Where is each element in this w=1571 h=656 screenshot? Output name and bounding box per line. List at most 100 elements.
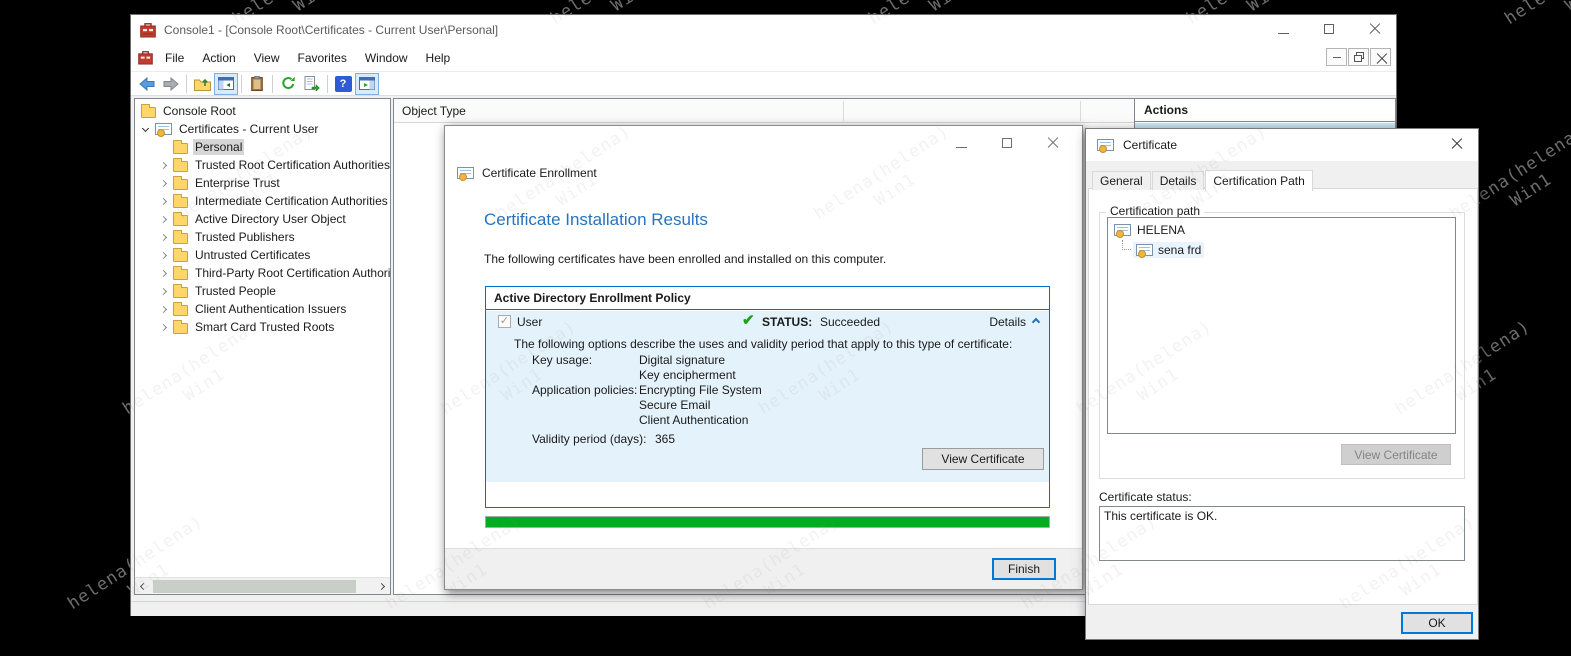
chevron-right-icon[interactable]: [157, 289, 169, 294]
tree-item-smart-card-trusted-roots[interactable]: Smart Card Trusted Roots: [135, 318, 390, 336]
up-one-level-icon[interactable]: [190, 73, 214, 95]
tree-item-untrusted-certificates[interactable]: Untrusted Certificates: [135, 246, 390, 264]
certificate-status-box: This certificate is OK.: [1099, 506, 1465, 561]
status-label: STATUS:: [762, 315, 812, 329]
close-icon[interactable]: [1451, 138, 1464, 154]
chevron-right-icon[interactable]: [157, 307, 169, 312]
folder-icon: [173, 161, 188, 172]
certificate-status-label: Certificate status:: [1099, 490, 1192, 504]
window-controls: [1276, 15, 1382, 45]
tree-item-certificates-current-user[interactable]: Certificates - Current User: [135, 120, 390, 138]
tree-item-client-auth-issuers[interactable]: Client Authentication Issuers: [135, 300, 390, 318]
policy-body: ✓ User ✔ STATUS: Succeeded Details The f…: [486, 311, 1049, 482]
tab-details[interactable]: Details: [1152, 171, 1205, 190]
horizontal-scrollbar[interactable]: [135, 577, 390, 594]
status-value: Succeeded: [820, 315, 880, 329]
path-item-leaf[interactable]: sena frd: [1108, 241, 1455, 258]
dialog-title-bar[interactable]: Certificate: [1086, 129, 1478, 161]
menu-window[interactable]: Window: [356, 47, 417, 69]
mdi-minimize-button[interactable]: [1326, 48, 1347, 66]
tab-strip: General Details Certification Path: [1092, 169, 1314, 190]
details-toggle[interactable]: Details: [989, 315, 1039, 329]
chevron-up-icon: [1032, 318, 1040, 326]
close-icon[interactable]: [1046, 137, 1060, 152]
actions-header: Actions: [1135, 99, 1395, 122]
scroll-right-icon[interactable]: [373, 578, 390, 594]
mdi-close-button[interactable]: [1370, 48, 1391, 66]
certificate-snapin-icon: [155, 123, 172, 135]
view-certificate-button[interactable]: View Certificate: [922, 448, 1044, 470]
ok-button[interactable]: OK: [1401, 612, 1473, 634]
folder-icon: [173, 251, 188, 262]
export-list-icon[interactable]: [300, 73, 324, 95]
path-item-root[interactable]: HELENA: [1108, 221, 1455, 238]
mmc-app-icon: [140, 23, 156, 38]
column-divider[interactable]: [843, 101, 844, 121]
success-check-icon: ✔: [742, 311, 755, 329]
tree-item-trusted-root-cas[interactable]: Trusted Root Certification Authorities: [135, 156, 390, 174]
chevron-right-icon[interactable]: [157, 253, 169, 258]
chevron-right-icon[interactable]: [157, 181, 169, 186]
close-icon[interactable]: [1368, 23, 1382, 38]
certificate-icon: [1114, 224, 1131, 236]
help-icon[interactable]: ?: [331, 73, 355, 95]
menu-help[interactable]: Help: [417, 47, 460, 69]
finish-button[interactable]: Finish: [992, 558, 1056, 580]
enrollment-policy-box: Active Directory Enrollment Policy ✓ Use…: [485, 286, 1050, 508]
folder-icon: [173, 269, 188, 280]
column-header-row: Object Type: [394, 99, 1258, 123]
minimize-icon[interactable]: [1276, 23, 1290, 37]
certificate-dialog: Certificate General Details Certificatio…: [1085, 128, 1479, 640]
scrollbar-thumb[interactable]: [153, 580, 356, 593]
chevron-down-icon[interactable]: [139, 128, 151, 131]
tree-item-enterprise-trust[interactable]: Enterprise Trust: [135, 174, 390, 192]
tree-item-trusted-publishers[interactable]: Trusted Publishers: [135, 228, 390, 246]
dialog-title: Certificate: [1123, 138, 1177, 152]
menu-file[interactable]: File: [156, 47, 193, 69]
forward-icon[interactable]: [159, 73, 183, 95]
minimize-icon[interactable]: [954, 137, 968, 151]
menu-favorites[interactable]: Favorites: [289, 47, 356, 69]
tree-item-ad-user-object[interactable]: Active Directory User Object: [135, 210, 390, 228]
tree-item-intermediate-cas[interactable]: Intermediate Certification Authorities: [135, 192, 390, 210]
watermark-text: helena(helena)Win1: [1501, 0, 1571, 48]
title-bar[interactable]: Console1 - [Console Root\Certificates - …: [131, 15, 1396, 45]
key-usage-value: Key encipherment: [639, 368, 736, 382]
mdi-window-controls: [1326, 48, 1391, 66]
tree-item-third-party-root-cas[interactable]: Third-Party Root Certification Authoriti…: [135, 264, 390, 282]
tree-item-trusted-people[interactable]: Trusted People: [135, 282, 390, 300]
chevron-right-icon[interactable]: [157, 271, 169, 276]
chevron-right-icon[interactable]: [157, 217, 169, 222]
chevron-right-icon[interactable]: [157, 163, 169, 168]
scroll-left-icon[interactable]: [135, 578, 152, 594]
column-divider[interactable]: [1080, 101, 1081, 121]
certificate-icon: [1097, 139, 1114, 151]
column-header-object-type[interactable]: Object Type: [402, 104, 466, 118]
tab-certification-path[interactable]: Certification Path: [1205, 170, 1312, 191]
toolbar-separator: [186, 75, 187, 93]
refresh-icon[interactable]: [276, 73, 300, 95]
show-hide-action-pane-icon[interactable]: [355, 73, 379, 95]
validity-value: 365: [655, 432, 675, 446]
mdi-restore-button[interactable]: [1348, 48, 1369, 66]
maximize-icon[interactable]: [1322, 23, 1336, 37]
maximize-icon[interactable]: [1000, 137, 1014, 151]
enrollment-progress-bar: [485, 516, 1050, 528]
tab-general[interactable]: General: [1092, 171, 1151, 190]
chevron-right-icon[interactable]: [157, 199, 169, 204]
policy-header: Active Directory Enrollment Policy: [486, 287, 1049, 310]
menu-action[interactable]: Action: [193, 47, 244, 69]
chevron-right-icon[interactable]: [157, 235, 169, 240]
folder-icon: [173, 233, 188, 244]
folder-icon: [173, 143, 188, 154]
tree-item-personal[interactable]: Personal: [135, 138, 390, 156]
paste-icon[interactable]: [245, 73, 269, 95]
groupbox-label: Certification path: [1106, 204, 1204, 218]
view-certificate-button-disabled: View Certificate: [1341, 444, 1451, 465]
tree-item-console-root[interactable]: Console Root: [135, 102, 390, 120]
show-hide-console-tree-icon[interactable]: [214, 73, 238, 95]
back-icon[interactable]: [135, 73, 159, 95]
menu-view[interactable]: View: [245, 47, 289, 69]
chevron-right-icon[interactable]: [157, 325, 169, 330]
dialog-footer: Finish: [445, 548, 1082, 589]
